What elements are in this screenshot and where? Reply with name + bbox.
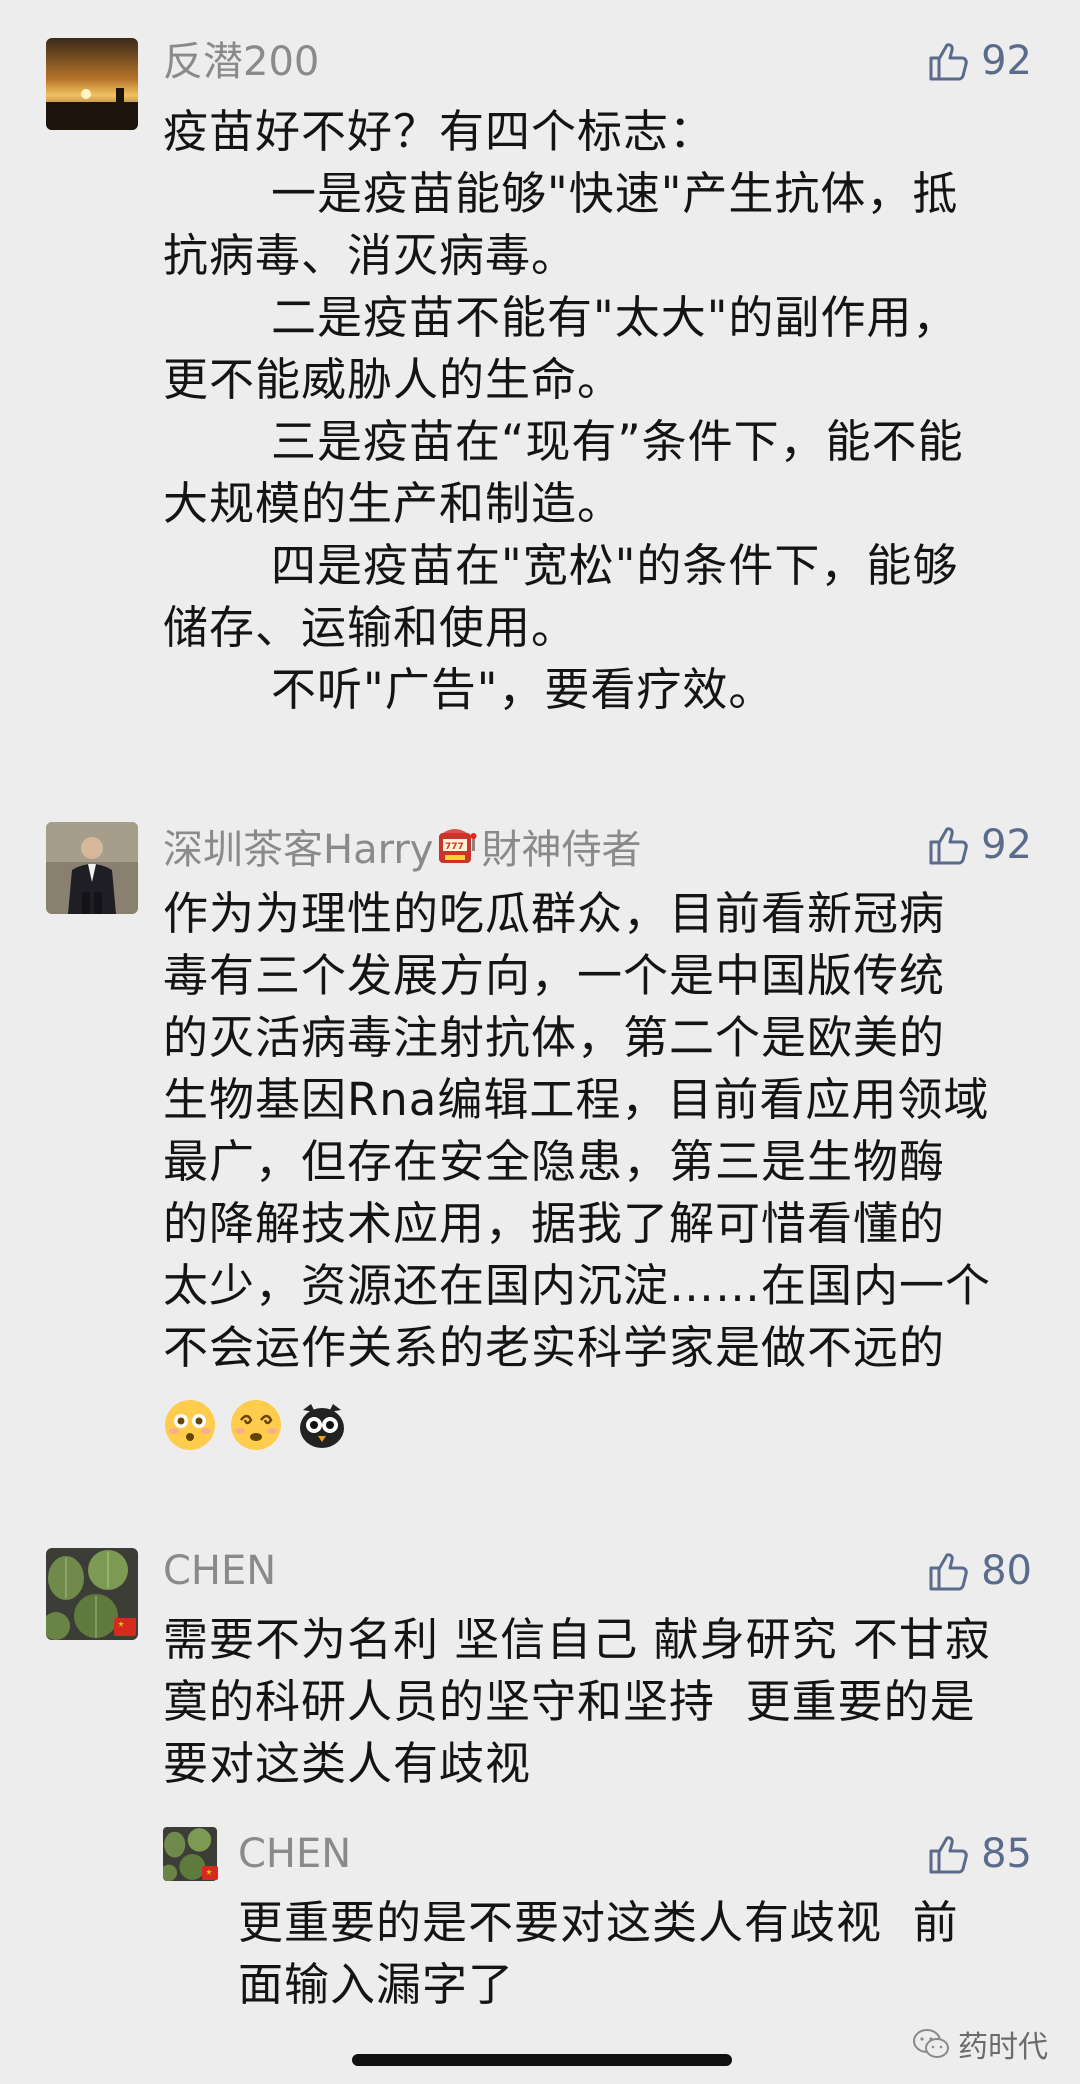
comment-line: 储存、运输和使用。 [163,601,578,654]
like-count: 92 [981,822,1032,868]
comment-line: 要对这类人有歧视 [163,1737,532,1790]
like-count: 80 [981,1548,1032,1594]
thumbs-up-icon [929,43,968,81]
comment-line: 的降解技术应用，据我了解可惜看懂的 [163,1197,946,1250]
watermark: 药时代 [912,2022,1048,2066]
comment-line: 不会运作关系的老实科学家是做不远的 [163,1321,946,1374]
emoji-row [163,1398,349,1452]
flag-badge-icon [114,1618,136,1636]
comment-line: 二是疫苗不能有"太大"的副作用， [271,291,959,344]
comment-line: 不听"广告"，要看疗效。 [271,663,775,716]
home-indicator[interactable] [352,2054,732,2066]
username[interactable]: CHEN [238,1834,351,1874]
avatar[interactable] [46,38,138,130]
watermark-text: 药时代 [958,2030,1048,2065]
flushed-face-icon [165,1400,215,1450]
comment-line: 一是疫苗能够"快速"产生抗体，抵 [271,167,959,220]
comment-line: 更不能威胁人的生命。 [163,353,624,406]
comment-line: 需要不为名利 坚信自己 献身研究 不甘寂 [163,1613,991,1666]
comment-text: 需要不为名利 坚信自己 献身研究 不甘寂 寞的科研人员的坚守和坚持 更重要的是 … [163,1609,1043,1795]
comment-line: 太少，资源还在国内沉淀……在国内一个 [163,1259,992,1312]
slot-machine-icon: 777 [439,829,477,863]
like-button[interactable]: 80 [927,1546,1032,1596]
username-text: 深圳茶客Harry [163,827,434,873]
username[interactable]: 深圳茶客Harry 777 財神侍者 [163,825,641,870]
dizzy-face-icon [231,1400,281,1450]
thumbs-up-icon [929,1836,968,1874]
comment-line: 疫苗好不好？有四个标志： [163,105,716,158]
comment-line: 最广，但存在安全隐患，第三是生物酶 [163,1135,946,1188]
comment-text: 更重要的是不要对这类人有歧视 前 面输入漏字了 [238,1892,1038,2016]
comment-text: 疫苗好不好？有四个标志： 一是疫苗能够"快速"产生抗体，抵 抗病毒、消灭病毒。 … [163,101,1043,721]
comment-line: 寞的科研人员的坚守和坚持 更重要的是 [163,1675,976,1728]
username[interactable]: 反潜200 [163,42,319,82]
like-count: 92 [981,38,1032,84]
comment-line: 更重要的是不要对这类人有歧视 前 [238,1896,959,1949]
avatar[interactable] [46,822,138,914]
like-button[interactable]: 92 [927,36,1032,86]
comment-line: 毒有三个发展方向，一个是中国版传统 [163,949,946,1002]
black-bird-face-icon [300,1404,344,1448]
comment-text: 作为为理性的吃瓜群众，目前看新冠病 毒有三个发展方向，一个是中国版传统 的灭活病… [163,883,1043,1379]
comment-line: 面输入漏字了 [238,1958,515,2011]
comment-line: 作为为理性的吃瓜群众，目前看新冠病 [163,887,946,940]
svg-text:777: 777 [445,842,464,852]
like-button[interactable]: 85 [927,1829,1032,1879]
comment-line: 四是疫苗在"宽松"的条件下，能够 [271,539,959,592]
thumbs-up-icon [929,827,968,865]
like-button[interactable]: 92 [927,820,1032,870]
comment-line: 生物基因Rna编辑工程，目前看应用领域 [163,1073,990,1126]
username[interactable]: CHEN [163,1551,276,1591]
comments-page: 反潜200 92 疫苗好不好？有四个标志： 一是疫苗能够"快速"产生抗体，抵 抗… [0,0,1080,2084]
username-suffix: 財神侍者 [481,827,642,873]
comment-line: 抗病毒、消灭病毒。 [163,229,578,282]
wechat-icon [913,2029,949,2058]
flag-badge-icon [202,1866,218,1880]
like-count: 85 [981,1831,1032,1877]
comment-line: 三是疫苗在“现有”条件下，能不能 [271,415,964,468]
comment-line: 大规模的生产和制造。 [163,477,624,530]
thumbs-up-icon [929,1553,968,1591]
comment-line: 的灭活病毒注射抗体，第二个是欧美的 [163,1011,946,1064]
